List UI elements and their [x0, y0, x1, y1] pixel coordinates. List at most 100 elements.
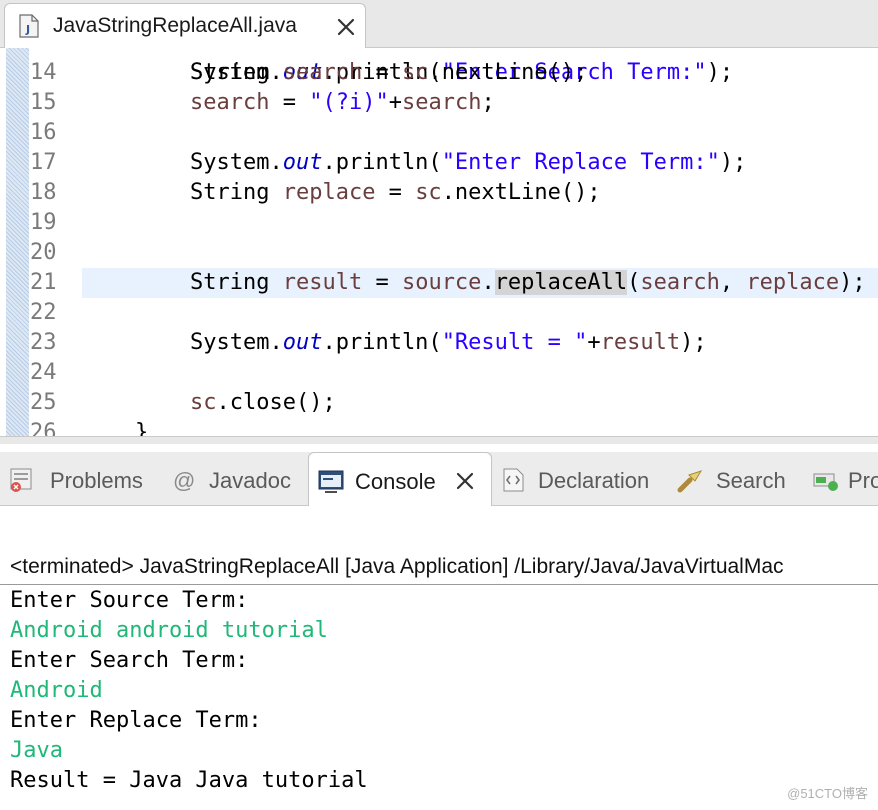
console-input-line: Android — [10, 678, 103, 703]
code-line: 19 — [0, 208, 878, 238]
code-text: search = "(?i)"+search; — [190, 88, 495, 118]
tab-javadoc[interactable]: @ Javadoc — [165, 452, 305, 506]
code-token: String — [190, 60, 283, 85]
console-status-header: <terminated> JavaStringReplaceAll [Java … — [10, 555, 784, 578]
console-output-line: Enter Source Term: — [10, 588, 249, 613]
code-token: ; — [481, 90, 495, 115]
tab-problems-label: Problems — [50, 468, 143, 493]
tab-progress[interactable]: Pro — [808, 452, 878, 506]
code-text: String result = source.replaceAll(search… — [190, 268, 866, 298]
code-line: 15 search = "(?i)"+search; — [0, 88, 878, 118]
code-line: 16 — [0, 118, 878, 148]
editor-tab-bar: J JavaStringReplaceAll.java — [0, 0, 878, 48]
code-text: sc.close(); — [190, 388, 336, 418]
declaration-icon — [503, 468, 524, 492]
line-number: 16 — [30, 120, 57, 145]
code-token: search — [401, 90, 482, 115]
tab-search[interactable]: Search — [672, 452, 802, 506]
code-token: result — [282, 270, 363, 295]
code-line: 24 — [0, 358, 878, 388]
tab-console-label: Console — [355, 469, 436, 494]
code-token: .nextLine(); — [441, 180, 601, 205]
code-token: ); — [680, 330, 707, 355]
code-token: "Result = " — [441, 330, 588, 355]
close-icon[interactable] — [335, 16, 357, 38]
code-line: 18 String replace = sc.nextLine(); — [0, 178, 878, 208]
problems-icon — [10, 468, 32, 492]
code-token: source — [401, 270, 482, 295]
code-token: search — [282, 60, 363, 85]
code-line: 25 sc.close(); — [0, 388, 878, 418]
watermark: @51CTO博客 — [787, 786, 868, 801]
code-token: sc — [190, 390, 217, 415]
console-output-line: Enter Search Term: — [10, 648, 249, 673]
code-token: search — [640, 270, 720, 295]
tab-problems[interactable]: Problems — [0, 452, 160, 506]
code-line: 23 System.out.println("Result = "+result)… — [0, 328, 878, 358]
code-token: ); — [719, 150, 747, 175]
code-token: String — [190, 270, 283, 295]
code-text: String replace = sc.nextLine(); — [190, 178, 601, 208]
code-token: . — [481, 270, 495, 295]
tab-javadoc-label: Javadoc — [209, 468, 291, 493]
tab-declaration-label: Declaration — [538, 468, 650, 493]
line-number: 18 — [30, 180, 57, 205]
code-token: .close(); — [216, 390, 336, 415]
code-token: = — [362, 270, 402, 295]
tab-progress-label: Pro — [848, 468, 878, 493]
code-token: String — [190, 180, 283, 205]
view-tab-bar: Problems @ Javadoc Console Declaration S… — [0, 452, 878, 506]
tab-console[interactable]: Console — [308, 452, 492, 506]
code-line: 17 System.out.println("Enter Replace Term… — [0, 148, 878, 178]
at-sign-icon: @ — [173, 468, 196, 493]
code-token: + — [388, 90, 402, 115]
line-number: 15 — [30, 90, 57, 115]
console-separator — [0, 584, 878, 585]
code-token: "(?i)" — [309, 90, 389, 115]
tab-declaration[interactable]: Declaration — [496, 452, 666, 506]
code-token: out — [282, 330, 323, 355]
line-number: 20 — [30, 240, 57, 265]
line-number: 19 — [30, 210, 57, 235]
code-token: .nextLine(); — [428, 60, 588, 85]
code-token: search — [190, 90, 270, 115]
line-number: 21 — [30, 270, 57, 295]
console-output-line: Result = Java Java tutorial — [10, 768, 368, 793]
line-number: 24 — [30, 360, 57, 385]
code-line: 22 — [0, 298, 878, 328]
code-token: = — [375, 180, 416, 205]
code-line: 21 String result = source.replaceAll(sear… — [30, 268, 878, 298]
code-token: replace — [746, 270, 840, 295]
search-flashlight-icon — [677, 470, 703, 493]
console-input-line: Android android tutorial — [10, 618, 328, 643]
line-number: 25 — [30, 390, 57, 415]
code-token: + — [587, 330, 601, 355]
code-line-clipped: System.out.println("Enter Search Term:")… — [190, 60, 734, 85]
code-token: ( — [627, 270, 641, 295]
editor-tab-title: JavaStringReplaceAll.java — [53, 14, 297, 37]
tab-search-label: Search — [716, 468, 786, 493]
code-token: sc — [415, 180, 442, 205]
code-editor[interactable]: System.out.println("Enter Search Term:")… — [0, 48, 878, 444]
editor-tab-javastringreplaceall[interactable]: J JavaStringReplaceAll.java — [4, 3, 366, 48]
console-view[interactable]: <terminated> JavaStringReplaceAll [Java … — [0, 506, 878, 810]
code-text: System.out.println("Enter Replace Term:"… — [190, 148, 746, 178]
code-token: out — [282, 150, 323, 175]
code-token: System. — [190, 330, 283, 355]
svg-text:J: J — [25, 23, 30, 36]
console-input-line: Java — [10, 738, 63, 763]
code-token: = — [362, 60, 402, 85]
console-icon — [318, 470, 344, 493]
code-token: .println( — [322, 150, 442, 175]
progress-icon — [813, 473, 838, 491]
close-icon[interactable] — [454, 470, 476, 492]
code-text: System.out.println("Result = "+result); — [190, 328, 707, 358]
code-token: ); — [839, 270, 866, 295]
code-text: String search = sc.nextLine(); — [190, 58, 587, 88]
console-output-line: Enter Replace Term: — [10, 708, 262, 733]
code-line: 20 — [0, 238, 878, 268]
line-number: 14 — [30, 60, 57, 85]
code-token: "Enter Replace Term:" — [441, 150, 720, 175]
line-number: 23 — [30, 330, 57, 355]
code-token: replaceAll — [494, 270, 628, 295]
